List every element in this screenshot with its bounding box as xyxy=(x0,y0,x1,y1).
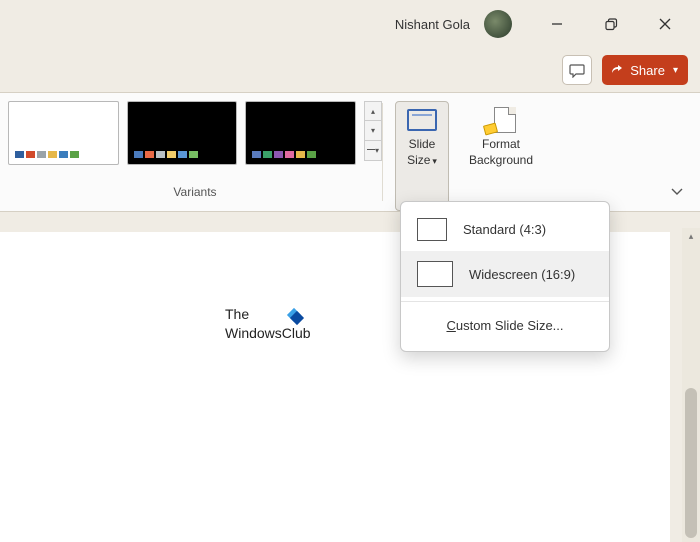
sub-title-bar: Share ▾ xyxy=(0,48,700,92)
vertical-scrollbar[interactable]: ▴ xyxy=(682,228,700,542)
variants-group: ▴ ▾ ▾ Variants xyxy=(0,93,382,211)
custom-slide-size[interactable]: Custom Slide Size... xyxy=(401,306,609,345)
dropdown-item-label: Standard (4:3) xyxy=(463,222,546,237)
user-name: Nishant Gola xyxy=(395,17,470,32)
comments-button[interactable] xyxy=(562,55,592,85)
swatch-row xyxy=(252,151,316,158)
customize-group: SlideSize▾ FormatBackground xyxy=(383,93,553,211)
comment-icon xyxy=(569,63,585,78)
slide-size-button[interactable]: SlideSize▾ xyxy=(395,101,449,211)
dropdown-item-label: Widescreen (16:9) xyxy=(469,267,575,282)
collapse-ribbon-button[interactable] xyxy=(670,183,684,201)
scroll-more-button[interactable]: ▾ xyxy=(364,141,382,161)
share-label: Share xyxy=(630,63,665,78)
slide-size-widescreen[interactable]: Widescreen (16:9) xyxy=(401,251,609,297)
variant-thumb-3[interactable] xyxy=(245,101,356,165)
share-button[interactable]: Share ▾ xyxy=(602,55,688,85)
title-bar: Nishant Gola xyxy=(0,0,700,48)
scroll-up-icon[interactable]: ▴ xyxy=(682,228,700,244)
scrollbar-thumb[interactable] xyxy=(685,388,697,538)
widescreen-ratio-icon xyxy=(417,261,453,287)
share-icon xyxy=(610,63,624,77)
minimize-icon xyxy=(551,18,563,30)
slide-size-dropdown: Standard (4:3) Widescreen (16:9) Custom … xyxy=(400,201,610,352)
swatch-row xyxy=(134,151,198,158)
restore-icon xyxy=(605,18,618,31)
variant-thumb-2[interactable] xyxy=(127,101,238,165)
dropdown-separator xyxy=(401,301,609,302)
group-label-variants: Variants xyxy=(8,185,382,199)
close-icon xyxy=(659,18,671,30)
swatch-row xyxy=(15,151,79,158)
slide-text: TheWindowsClub xyxy=(225,305,311,343)
minimize-button[interactable] xyxy=(534,8,580,40)
restore-button[interactable] xyxy=(588,8,634,40)
avatar[interactable] xyxy=(484,10,512,38)
slide-size-icon xyxy=(405,105,439,135)
close-button[interactable] xyxy=(642,8,688,40)
chevron-down-icon: ▾ xyxy=(673,65,678,76)
variant-thumb-1[interactable] xyxy=(8,101,119,165)
scroll-down-button[interactable]: ▾ xyxy=(364,121,382,141)
format-background-button[interactable]: FormatBackground xyxy=(461,101,541,211)
chevron-down-icon: ▾ xyxy=(432,156,437,166)
standard-ratio-icon xyxy=(417,218,447,241)
slide-size-standard[interactable]: Standard (4:3) xyxy=(401,208,609,251)
ribbon: ▴ ▾ ▾ Variants SlideSize▾ FormatBackgrou… xyxy=(0,92,700,212)
chevron-down-icon xyxy=(670,186,684,196)
scroll-up-button[interactable]: ▴ xyxy=(364,101,382,121)
format-background-icon xyxy=(484,105,518,135)
variants-scroll: ▴ ▾ ▾ xyxy=(364,101,382,161)
